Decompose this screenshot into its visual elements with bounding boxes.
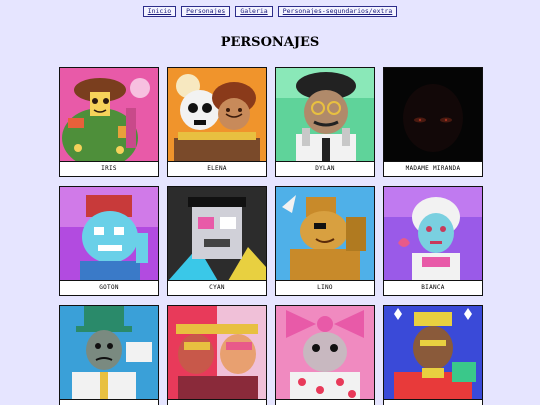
- madame-miranda-portrait-icon: [384, 68, 482, 162]
- elena-portrait-icon: [168, 68, 266, 162]
- top-nav: Inicio Personajes Galeria Personajes-seg…: [0, 6, 540, 17]
- character-card-king[interactable]: [383, 305, 483, 405]
- nav-link-personajes-secundarios[interactable]: Personajes-segundarios/extra: [277, 6, 398, 17]
- lino-portrait-icon: [276, 187, 374, 281]
- character-card-cyan[interactable]: CYAN: [167, 186, 267, 296]
- character-card-iris[interactable]: IRIS: [59, 67, 159, 177]
- character-name: DYLAN: [315, 165, 335, 172]
- character-grid: IRIS ELENA DYLAN MADAME MIRANDA GOTON CY…: [59, 67, 483, 405]
- character-name: GOTON: [99, 284, 119, 291]
- nav-link-personajes[interactable]: Personajes: [181, 6, 231, 17]
- character-card-masked-duo[interactable]: [167, 305, 267, 405]
- character-name: IRIS: [101, 165, 117, 172]
- dylan-portrait-icon: [276, 68, 374, 162]
- nav-link-inicio[interactable]: Inicio: [142, 6, 177, 17]
- character-name: BIANCA: [421, 284, 445, 291]
- masked-duo-portrait-icon: [168, 306, 266, 400]
- character-card-bianca[interactable]: BIANCA: [383, 186, 483, 296]
- page-title: PERSONAJES: [220, 35, 320, 50]
- goton-portrait-icon: [60, 187, 158, 281]
- bianca-portrait-icon: [384, 187, 482, 281]
- character-card-lino[interactable]: LINO: [275, 186, 375, 296]
- character-card-madame-miranda[interactable]: MADAME MIRANDA: [383, 67, 483, 177]
- character-card-doctor[interactable]: [59, 305, 159, 405]
- iris-portrait-icon: [60, 68, 158, 162]
- cyan-portrait-icon: [168, 187, 266, 281]
- character-name: [60, 400, 158, 405]
- king-portrait-icon: [384, 306, 482, 400]
- character-name: [168, 400, 266, 405]
- character-name: [384, 400, 482, 405]
- doctor-portrait-icon: [60, 306, 158, 400]
- clown-portrait-icon: [276, 306, 374, 400]
- character-card-dylan[interactable]: DYLAN: [275, 67, 375, 177]
- character-card-clown[interactable]: [275, 305, 375, 405]
- character-name: LINO: [317, 284, 333, 291]
- character-name: MADAME MIRANDA: [405, 165, 461, 172]
- character-name: [276, 400, 374, 405]
- character-card-elena[interactable]: ELENA: [167, 67, 267, 177]
- character-name: ELENA: [207, 165, 227, 172]
- nav-link-galeria[interactable]: Galeria: [235, 6, 273, 17]
- character-name: CYAN: [209, 284, 225, 291]
- character-card-goton[interactable]: GOTON: [59, 186, 159, 296]
